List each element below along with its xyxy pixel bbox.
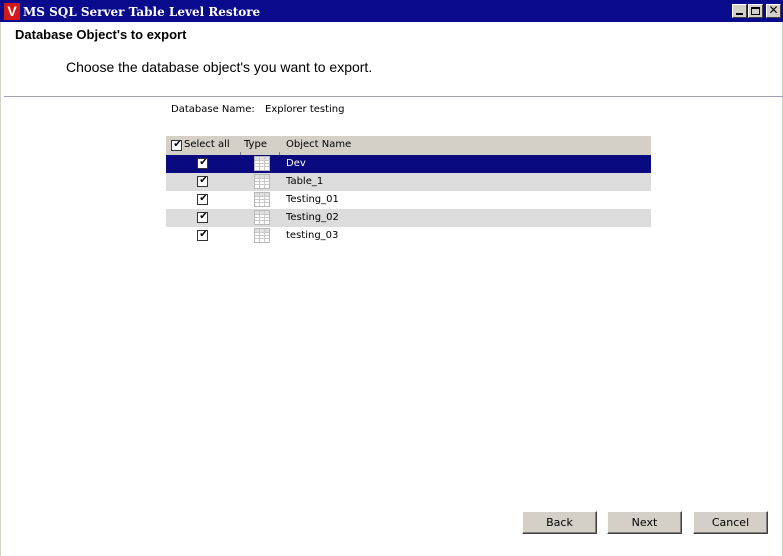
title-bar[interactable]: V MS SQL Server Table Level Restore ✕: [0, 0, 783, 22]
check-icon: ✔: [199, 229, 208, 240]
table-row[interactable]: ✔ Table_1: [166, 173, 651, 191]
table-row[interactable]: ✔ testing_03: [166, 227, 651, 245]
table-icon: [254, 156, 270, 174]
row-checkbox[interactable]: ✔: [197, 211, 208, 223]
maximize-button[interactable]: [748, 4, 763, 18]
table-icon: [254, 210, 270, 228]
close-button[interactable]: ✕: [766, 4, 781, 18]
restore-window: V MS SQL Server Table Level Restore ✕ Da…: [0, 0, 783, 556]
window-frame-left: [0, 22, 1, 556]
database-name-label: Database Name:: [171, 104, 255, 115]
grid-header: ✔ Select all Type Object Name: [166, 136, 651, 155]
app-logo-icon: V: [4, 3, 20, 20]
cancel-button[interactable]: Cancel: [693, 511, 768, 534]
object-name-cell: Testing_01: [286, 194, 339, 205]
column-header-type[interactable]: Type: [244, 139, 267, 150]
table-row[interactable]: ✔ Testing_01: [166, 191, 651, 209]
window-title: MS SQL Server Table Level Restore: [23, 5, 261, 19]
page-subtitle: Choose the database object's you want to…: [66, 59, 373, 75]
select-all-label: Select all: [184, 139, 230, 150]
row-checkbox[interactable]: ✔: [197, 175, 208, 187]
grid-rows: ✔ Dev ✔ Table_1 ✔ Testing_01 ✔ Testing_02 ✔ testi…: [166, 155, 651, 245]
minimize-button[interactable]: [732, 4, 747, 18]
object-name-cell: Testing_02: [286, 212, 339, 223]
check-icon: ✔: [173, 139, 182, 150]
page-title: Database Object's to export: [15, 27, 187, 42]
database-name-value: Explorer testing: [265, 104, 345, 115]
object-name-cell: Dev: [286, 158, 306, 169]
table-icon: [254, 192, 270, 210]
object-name-cell: testing_03: [286, 230, 339, 241]
check-icon: ✔: [199, 175, 208, 186]
table-icon: [254, 228, 270, 246]
row-checkbox[interactable]: ✔: [197, 157, 208, 169]
column-header-object-name[interactable]: Object Name: [286, 139, 351, 150]
table-icon: [254, 174, 270, 192]
header-divider: [4, 96, 783, 97]
next-button[interactable]: Next: [607, 511, 682, 534]
select-all-checkbox[interactable]: ✔: [171, 139, 182, 151]
object-name-cell: Table_1: [286, 176, 324, 187]
check-icon: ✔: [199, 211, 208, 222]
minimize-icon: [736, 13, 743, 15]
maximize-icon: [751, 7, 760, 15]
check-icon: ✔: [199, 157, 208, 168]
row-checkbox[interactable]: ✔: [197, 229, 208, 241]
check-icon: ✔: [199, 193, 208, 204]
table-row[interactable]: ✔ Testing_02: [166, 209, 651, 227]
row-checkbox[interactable]: ✔: [197, 193, 208, 205]
table-row[interactable]: ✔ Dev: [166, 155, 651, 173]
close-icon: ✕: [768, 3, 779, 17]
back-button[interactable]: Back: [522, 511, 597, 534]
object-grid: ✔ Select all Type Object Name ✔ Dev ✔ Table…: [166, 136, 651, 245]
